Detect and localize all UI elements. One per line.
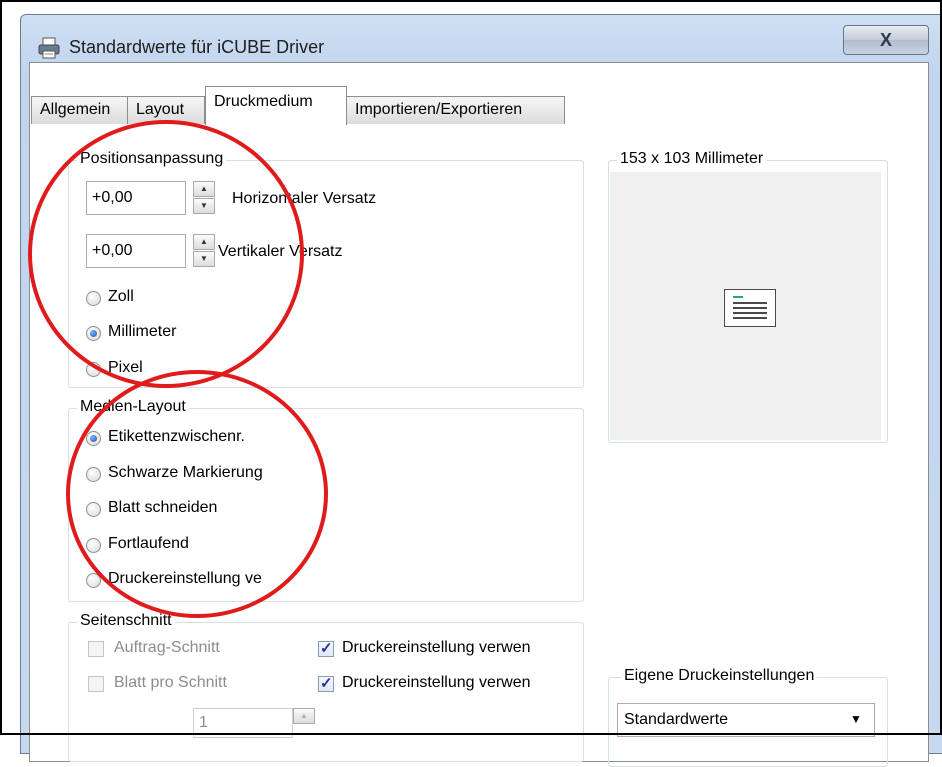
cut-count-spinner[interactable]: ▲ <box>293 708 315 742</box>
spin-up-icon[interactable]: ▲ <box>293 708 315 724</box>
vertical-offset-input[interactable]: +0,00 <box>86 234 186 268</box>
unit-millimeter-label: Millimeter <box>108 323 177 340</box>
unit-zoll-label: Zoll <box>108 288 134 305</box>
horizontal-offset-label: Horizontaler Versatz <box>232 190 377 207</box>
unit-pixel-label: Pixel <box>108 359 143 376</box>
label-preview-icon <box>724 289 776 327</box>
media-layout-legend: Medien-Layout <box>77 398 189 416</box>
tab-druckmedium[interactable]: Druckmedium <box>205 86 347 125</box>
spin-up-icon[interactable]: ▲ <box>193 234 215 250</box>
tab-importieren-exportieren[interactable]: Importieren/Exportieren <box>346 96 565 124</box>
media-continuous-radio[interactable] <box>86 538 101 553</box>
spin-down-icon[interactable]: ▼ <box>193 251 215 267</box>
chevron-down-icon[interactable]: ▼ <box>850 712 862 726</box>
media-gap-label: Etikettenzwischenr. <box>108 428 245 445</box>
media-cut-sheet-radio[interactable] <box>86 502 101 517</box>
sheets-per-cut-checkbox[interactable] <box>88 676 104 692</box>
custom-settings-legend: Eigene Druckeinstellungen <box>621 667 818 685</box>
unit-millimeter-radio[interactable] <box>86 326 101 341</box>
printer-setting-checkbox-1[interactable] <box>318 639 334 657</box>
title-bar[interactable]: Standardwerte für iCUBE Driver X <box>21 15 942 65</box>
page-cut-legend: Seitenschnitt <box>77 612 175 630</box>
unit-zoll-radio[interactable] <box>86 291 101 306</box>
horizontal-offset-input[interactable]: +0,00 <box>86 181 186 215</box>
custom-settings-select[interactable]: Standardwerte ▼ <box>617 703 875 737</box>
vertical-offset-spinner[interactable]: ▲ ▼ <box>193 234 215 268</box>
unit-pixel-radio[interactable] <box>86 362 101 377</box>
media-cut-sheet-label: Blatt schneiden <box>108 499 218 516</box>
media-gap-radio[interactable] <box>86 431 101 446</box>
job-cut-checkbox[interactable] <box>88 641 104 657</box>
close-button[interactable]: X <box>843 25 929 55</box>
spin-up-icon[interactable]: ▲ <box>193 181 215 197</box>
media-continuous-label: Fortlaufend <box>108 535 189 552</box>
job-cut-label: Auftrag-Schnitt <box>114 639 220 656</box>
media-printer-setting-label: Druckereinstellung ve <box>108 570 262 587</box>
preview-size-legend: 153 x 103 Millimeter <box>617 150 767 168</box>
vertical-offset-label: Vertikaler Versatz <box>218 243 343 260</box>
horizontal-offset-spinner[interactable]: ▲ ▼ <box>193 181 215 215</box>
spin-down-icon[interactable]: ▼ <box>193 198 215 214</box>
printer-setting-checkbox-2[interactable] <box>318 674 334 692</box>
sheets-per-cut-label: Blatt pro Schnitt <box>114 674 227 691</box>
media-black-mark-radio[interactable] <box>86 467 101 482</box>
media-printer-setting-radio[interactable] <box>86 573 101 588</box>
tab-allgemein[interactable]: Allgemein <box>31 96 129 124</box>
window-title: Standardwerte für iCUBE Driver <box>69 37 325 57</box>
printer-icon <box>38 37 60 59</box>
position-legend: Positionsanpassung <box>77 150 227 168</box>
custom-settings-value: Standardwerte <box>624 711 729 728</box>
media-black-mark-label: Schwarze Markierung <box>108 464 263 481</box>
printer-setting-label-2: Druckereinstellung verwen <box>342 674 531 691</box>
cut-count-input[interactable]: 1 <box>193 708 293 738</box>
tab-layout[interactable]: Layout <box>127 96 205 124</box>
printer-setting-label-1: Druckereinstellung verwen <box>342 639 531 656</box>
